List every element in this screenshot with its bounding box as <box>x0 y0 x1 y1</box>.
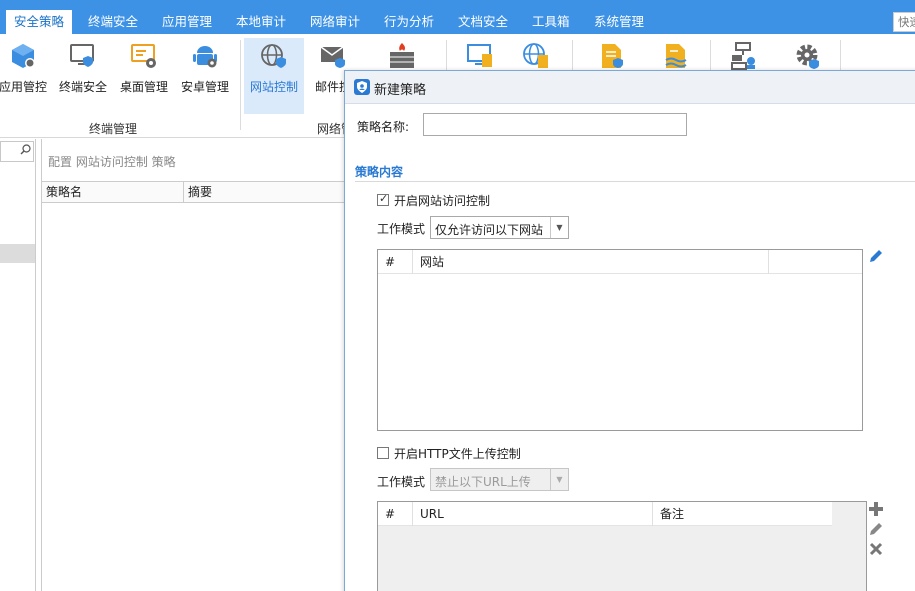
menu-toolbox[interactable]: 工具箱 <box>524 10 578 34</box>
column-remark[interactable]: 备注 <box>652 502 832 526</box>
edit-pencil-icon[interactable] <box>868 521 884 537</box>
firewall-icon <box>388 42 416 70</box>
add-icon[interactable] <box>868 501 884 517</box>
ribbon-group-endpoint-management: 终端管理 <box>89 122 138 136</box>
android-icon <box>191 42 219 70</box>
ribbon-app-control-button[interactable]: 应用管控 <box>0 38 50 114</box>
gear-icon <box>794 42 822 70</box>
monitor-doc-icon <box>466 42 494 70</box>
url-grid-header: # URL 备注 <box>378 502 832 526</box>
tree-selected-item[interactable] <box>0 244 35 263</box>
section-policy-content: 策略内容 <box>355 165 404 179</box>
column-summary[interactable]: 摘要 <box>183 182 352 202</box>
top-menu-bar: 安全策略 终端安全 应用管理 本地审计 网络审计 行为分析 文档安全 工具箱 系… <box>0 0 915 34</box>
website-control-checkbox[interactable] <box>377 192 389 206</box>
section-divider <box>355 181 915 182</box>
http-upload-checkbox[interactable] <box>377 447 389 459</box>
document-wave-icon <box>662 42 690 70</box>
menu-local-audit[interactable]: 本地审计 <box>228 10 294 34</box>
globe-shield-icon <box>260 42 288 70</box>
column-website[interactable]: 网站 <box>412 250 768 274</box>
menu-app-management[interactable]: 应用管理 <box>154 10 220 34</box>
website-list-grid[interactable]: # 网站 <box>377 249 863 431</box>
menu-network-audit[interactable]: 网络审计 <box>302 10 368 34</box>
ribbon-desktop-management-button[interactable]: 桌面管理 <box>116 38 172 114</box>
upload-mode-select[interactable]: 禁止以下URL上传 ▼ <box>430 468 569 491</box>
menu-behavior-analysis[interactable]: 行为分析 <box>376 10 442 34</box>
menu-document-security[interactable]: 文档安全 <box>450 10 516 34</box>
column-policy-name[interactable]: 策略名 <box>42 182 183 202</box>
menu-endpoint-security[interactable]: 终端安全 <box>80 10 146 34</box>
menu-security-policy[interactable]: 安全策略 <box>6 10 73 34</box>
app-control-icon <box>9 42 37 70</box>
column-index: # <box>385 507 396 521</box>
ribbon-separator <box>240 40 241 130</box>
edit-pencil-icon[interactable] <box>868 248 884 264</box>
breadcrumb: 配置 网站访问控制 策略 <box>48 155 176 169</box>
upload-mode-label: 工作模式 <box>377 475 426 489</box>
policy-table-header: 策略名 摘要 <box>42 181 352 203</box>
flowchart-icon <box>730 42 758 70</box>
left-tree-panel <box>0 139 36 591</box>
policy-name-label: 策略名称: <box>357 120 410 134</box>
delete-icon[interactable] <box>868 541 884 557</box>
chevron-down-icon[interactable]: ▼ <box>550 217 568 238</box>
document-shield-icon <box>598 42 626 70</box>
column-index: # <box>385 255 396 269</box>
dialog-title: 新建策略 <box>374 83 427 98</box>
globe-doc-icon <box>522 42 550 70</box>
column-empty <box>768 250 862 274</box>
quick-search-input[interactable]: 快速 <box>893 12 915 32</box>
shield-person-icon <box>354 79 370 95</box>
policy-name-input[interactable] <box>423 113 687 136</box>
website-grid-header: # 网站 <box>378 250 862 274</box>
dialog-title-bar[interactable]: 新建策略 <box>345 71 915 104</box>
new-policy-dialog: 新建策略 策略名称: 策略内容 开启网站访问控制 工作模式 仅允许访问以下网站 … <box>344 70 915 591</box>
website-mode-label: 工作模式 <box>377 222 426 236</box>
ribbon-android-management-button[interactable]: 安卓管理 <box>178 38 232 114</box>
column-url[interactable]: URL <box>412 502 652 526</box>
url-list-grid[interactable]: # URL 备注 <box>377 501 867 591</box>
search-icon[interactable] <box>20 144 31 158</box>
tree-search-input[interactable] <box>0 141 34 162</box>
website-control-label[interactable]: 开启网站访问控制 <box>394 192 490 209</box>
ribbon-endpoint-security-button[interactable]: 终端安全 <box>56 38 110 114</box>
website-mode-select[interactable]: 仅允许访问以下网站 ▼ <box>430 216 569 239</box>
desktop-gear-icon <box>130 42 158 70</box>
policy-list-panel: 配置 网站访问控制 策略 策略名 摘要 <box>41 139 352 591</box>
monitor-shield-icon <box>69 42 97 70</box>
menu-system-management[interactable]: 系统管理 <box>586 10 652 34</box>
mail-shield-icon <box>319 42 347 70</box>
chevron-down-icon[interactable]: ▼ <box>550 469 568 490</box>
http-upload-label[interactable]: 开启HTTP文件上传控制 <box>394 445 521 462</box>
ribbon-website-control-button[interactable]: 网站控制 <box>244 38 304 114</box>
